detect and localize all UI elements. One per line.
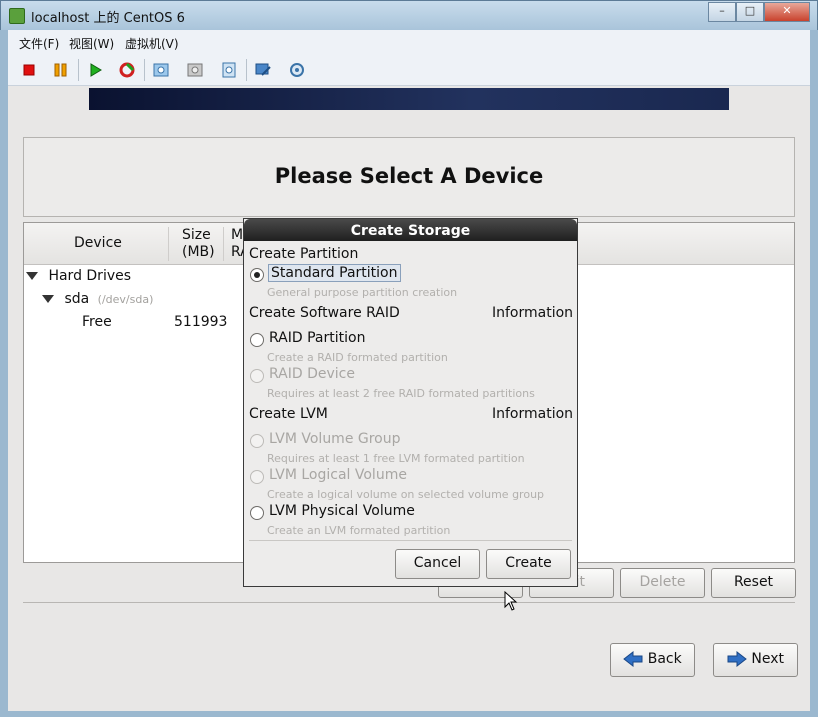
window-title: localhost 上的 CentOS 6: [31, 11, 185, 26]
column-size[interactable]: Size (MB): [182, 227, 215, 261]
raid-information-button[interactable]: Information: [492, 305, 573, 321]
heading-box: Please Select A Device: [23, 137, 795, 217]
tree-row-sda[interactable]: sda (/dev/sda): [42, 291, 153, 307]
software-raid-header: Create Software RAID: [249, 305, 400, 321]
back-button[interactable]: Back: [610, 643, 695, 677]
lvm-physical-volume-radio[interactable]: [250, 506, 264, 520]
raid-device-desc: Requires at least 2 free RAID formated p…: [267, 387, 535, 400]
standard-partition-radio[interactable]: [250, 268, 264, 282]
raid-device-radio[interactable]: [250, 369, 264, 383]
raid-partition-desc: Create a RAID formated partition: [267, 351, 448, 364]
dialog-title: Create Storage: [244, 219, 577, 241]
minimize-button[interactable]: –: [708, 2, 736, 22]
expander-icon[interactable]: [42, 295, 54, 303]
refresh-icon[interactable]: [118, 61, 136, 79]
sda-path: (/dev/sda): [97, 293, 154, 306]
page-title: Please Select A Device: [274, 164, 544, 188]
free-size: 511993: [174, 314, 228, 330]
lvm-logical-volume-option[interactable]: LVM Logical Volume: [269, 467, 407, 483]
standard-partition-option[interactable]: Standard Partition: [268, 264, 401, 282]
raid-device-option[interactable]: RAID Device: [269, 366, 355, 382]
snapshot-manage-icon[interactable]: [220, 61, 238, 79]
close-button[interactable]: ✕: [764, 2, 810, 22]
dialog-create-button[interactable]: Create: [486, 549, 571, 579]
window-titlebar: localhost 上的 CentOS 6 – □ ✕: [0, 0, 818, 30]
vm-icon: [9, 8, 25, 24]
lvm-volume-group-desc: Requires at least 1 free LVM formated pa…: [267, 452, 525, 465]
menu-file[interactable]: 文件(F): [19, 35, 59, 52]
dialog-separator: [249, 540, 572, 541]
create-partition-header: Create Partition: [249, 246, 359, 262]
separator: [23, 602, 795, 603]
menubar: 文件(F) 视图(W) 虚拟机(V): [8, 30, 810, 54]
lvm-logical-volume-desc: Create a logical volume on selected volu…: [267, 488, 545, 501]
standard-partition-desc: General purpose partition creation: [267, 286, 458, 299]
delete-button[interactable]: Delete: [620, 568, 705, 598]
installer-banner: [89, 88, 729, 110]
console-icon[interactable]: [254, 61, 272, 79]
lvm-volume-group-radio[interactable]: [250, 434, 264, 448]
play-icon[interactable]: [86, 61, 104, 79]
settings-icon[interactable]: [288, 61, 306, 79]
lvm-information-button[interactable]: Information: [492, 406, 573, 422]
lvm-volume-group-option[interactable]: LVM Volume Group: [269, 431, 401, 447]
maximize-button[interactable]: □: [736, 2, 764, 22]
window-controls: – □ ✕: [708, 2, 810, 22]
expander-icon[interactable]: [26, 272, 38, 280]
mouse-cursor-icon: [504, 591, 518, 611]
pause-icon[interactable]: [52, 61, 70, 79]
snapshot-icon[interactable]: [152, 61, 170, 79]
lvm-physical-volume-desc: Create an LVM formated partition: [267, 524, 451, 537]
reset-button[interactable]: Reset: [711, 568, 796, 598]
raid-partition-radio[interactable]: [250, 333, 264, 347]
toolbar: [8, 54, 810, 86]
create-lvm-header: Create LVM: [249, 406, 328, 422]
tree-row-hard-drives[interactable]: Hard Drives: [26, 268, 131, 284]
menu-vm[interactable]: 虚拟机(V): [125, 35, 179, 52]
lvm-logical-volume-radio[interactable]: [250, 470, 264, 484]
next-button[interactable]: Next: [713, 643, 798, 677]
stop-icon[interactable]: [20, 61, 38, 79]
cancel-button[interactable]: Cancel: [395, 549, 480, 579]
column-device[interactable]: Device: [74, 235, 122, 251]
next-arrow-icon: [727, 650, 747, 668]
back-arrow-icon: [623, 650, 643, 668]
create-storage-dialog: Create Storage Create Partition Standard…: [243, 218, 578, 587]
lvm-physical-volume-option[interactable]: LVM Physical Volume: [269, 503, 415, 519]
snapshot-restore-icon[interactable]: [186, 61, 204, 79]
menu-view[interactable]: 视图(W): [69, 35, 114, 52]
raid-partition-option[interactable]: RAID Partition: [269, 330, 365, 346]
